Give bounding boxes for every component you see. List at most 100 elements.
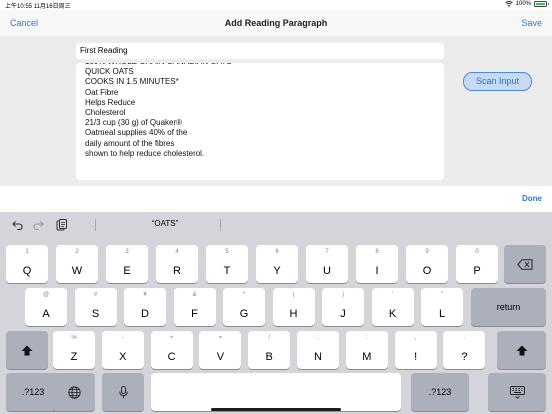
key-exclamation[interactable]: ,!	[394, 331, 437, 369]
key-r[interactable]: 4R	[156, 245, 198, 283]
key-p[interactable]: 0P	[456, 245, 498, 283]
shift-key-right[interactable]	[497, 331, 546, 369]
text-line: QUICK OATS	[85, 67, 134, 77]
keyboard-toolbar: “OATS”	[0, 212, 552, 238]
key-v[interactable]: = V	[199, 331, 242, 369]
key-label: B	[265, 351, 273, 363]
form-area: First Reading 100% WHOLE GRAIN CANADIAN …	[0, 36, 552, 186]
key-e[interactable]: 3E	[106, 245, 148, 283]
save-button[interactable]: Save	[521, 18, 542, 28]
key-secondary-label: #	[93, 292, 98, 298]
delete-key[interactable]	[504, 245, 546, 283]
globe-key[interactable]	[53, 373, 95, 411]
key-label: G	[239, 308, 249, 320]
battery-level	[536, 3, 545, 5]
key-secondary-label: 1	[25, 249, 29, 255]
key-label: U	[323, 265, 331, 277]
key-n[interactable]: ; N	[297, 331, 339, 369]
battery-icon	[534, 1, 549, 7]
key-label: W	[71, 265, 83, 277]
key-secondary-label: 2	[75, 249, 79, 255]
key-f[interactable]: & F	[173, 288, 216, 326]
key-label: L	[438, 308, 446, 320]
key-s[interactable]: # S	[74, 288, 117, 326]
key-u[interactable]: 7U	[306, 245, 348, 283]
text-line: Cholesterol	[85, 108, 126, 118]
paste-icon[interactable]	[54, 218, 68, 232]
key-label: C	[167, 351, 176, 363]
suggestion-divider	[220, 219, 221, 231]
key-secondary-label: +	[169, 335, 174, 341]
key-secondary-label: -	[121, 335, 124, 341]
accessory-bar: Done	[0, 186, 552, 212]
paragraph-text-area[interactable]: 100% WHOLE GRAIN CANADIAN OATSQUICK OATS…	[76, 63, 444, 180]
key-secondary-label: .	[463, 335, 466, 341]
key-secondary-label: )	[342, 292, 344, 298]
key-label: .?123	[428, 387, 452, 397]
key-l[interactable]: " L	[421, 288, 463, 326]
key-k[interactable]: ' K	[371, 288, 414, 326]
key-secondary-label: 4	[175, 249, 179, 255]
key-z[interactable]: % Z	[53, 331, 95, 369]
key-a[interactable]: @ A	[25, 288, 67, 326]
paragraph-text: 100% WHOLE GRAIN CANADIAN OATSQUICK OATS…	[85, 63, 232, 159]
key-h[interactable]: (H	[272, 288, 315, 326]
shift-key-left[interactable]	[6, 331, 48, 369]
key-o[interactable]: 9O	[406, 245, 448, 283]
key-secondary-label: %	[71, 335, 77, 341]
key-secondary-label: :	[365, 335, 368, 341]
text-line: Helps Reduce	[85, 97, 136, 107]
key-label: N	[314, 351, 322, 363]
key-label: V	[216, 351, 225, 363]
key-m[interactable]: :M	[345, 331, 388, 369]
space-bar[interactable]	[151, 373, 401, 411]
key-b[interactable]: / B	[248, 331, 291, 369]
done-button[interactable]: Done	[522, 194, 542, 203]
key-label: X	[119, 351, 127, 363]
text-line: Oatmeal supplies 40% of the	[85, 128, 188, 138]
key-i[interactable]: 8I	[356, 245, 398, 283]
return-key[interactable]: return	[471, 288, 546, 326]
key-secondary-label: 8	[375, 249, 379, 255]
numbers-key-right[interactable]: .?123	[411, 373, 469, 411]
key-label: Y	[273, 265, 281, 277]
key-question[interactable]: .?	[443, 331, 486, 369]
key-label: M	[362, 351, 372, 363]
key-label: A	[42, 308, 50, 320]
key-c[interactable]: + C	[150, 331, 193, 369]
text-line: 21/3 cup (30 g) of Quaker®	[85, 118, 183, 128]
key-label: ?	[461, 351, 468, 363]
text-line: daily amount of the fibres	[85, 138, 175, 148]
key-d[interactable]: ¥ D	[124, 288, 166, 326]
key-label: F	[191, 308, 198, 320]
shift-icon	[497, 331, 546, 369]
key-q[interactable]: 1Q	[6, 245, 48, 283]
numbers-key-left[interactable]: .?123	[6, 373, 60, 411]
page-title: Add Reading Paragraph	[224, 18, 328, 28]
key-y[interactable]: 6Y	[256, 245, 298, 283]
key-x[interactable]: -X	[101, 331, 144, 369]
globe-icon	[53, 373, 95, 411]
key-label: Z	[70, 351, 78, 363]
suggestion-item[interactable]: “OATS”	[140, 219, 190, 228]
key-secondary-label: '	[391, 292, 394, 298]
suggestion-divider	[95, 219, 96, 231]
wifi-icon	[504, 1, 513, 7]
hide-keyboard-key[interactable]	[488, 373, 546, 411]
key-label: R	[173, 265, 181, 277]
key-label: return	[496, 302, 521, 312]
scan-input-button[interactable]: Scan Input	[463, 72, 532, 91]
home-indicator	[211, 408, 341, 411]
key-label: I	[375, 265, 379, 277]
redo-icon[interactable]	[32, 218, 46, 232]
key-secondary-label: ;	[317, 335, 319, 341]
key-w[interactable]: 2W	[56, 245, 98, 283]
key-secondary-label: (	[292, 292, 295, 298]
key-secondary-label: /	[268, 335, 271, 341]
key-t[interactable]: 5T	[206, 245, 248, 283]
dictation-key[interactable]	[102, 373, 144, 411]
key-j[interactable]: ) J	[322, 288, 364, 326]
undo-icon[interactable]	[10, 218, 24, 232]
paragraph-title-field[interactable]: First Reading	[76, 43, 444, 59]
key-g[interactable]: * G	[223, 288, 265, 326]
